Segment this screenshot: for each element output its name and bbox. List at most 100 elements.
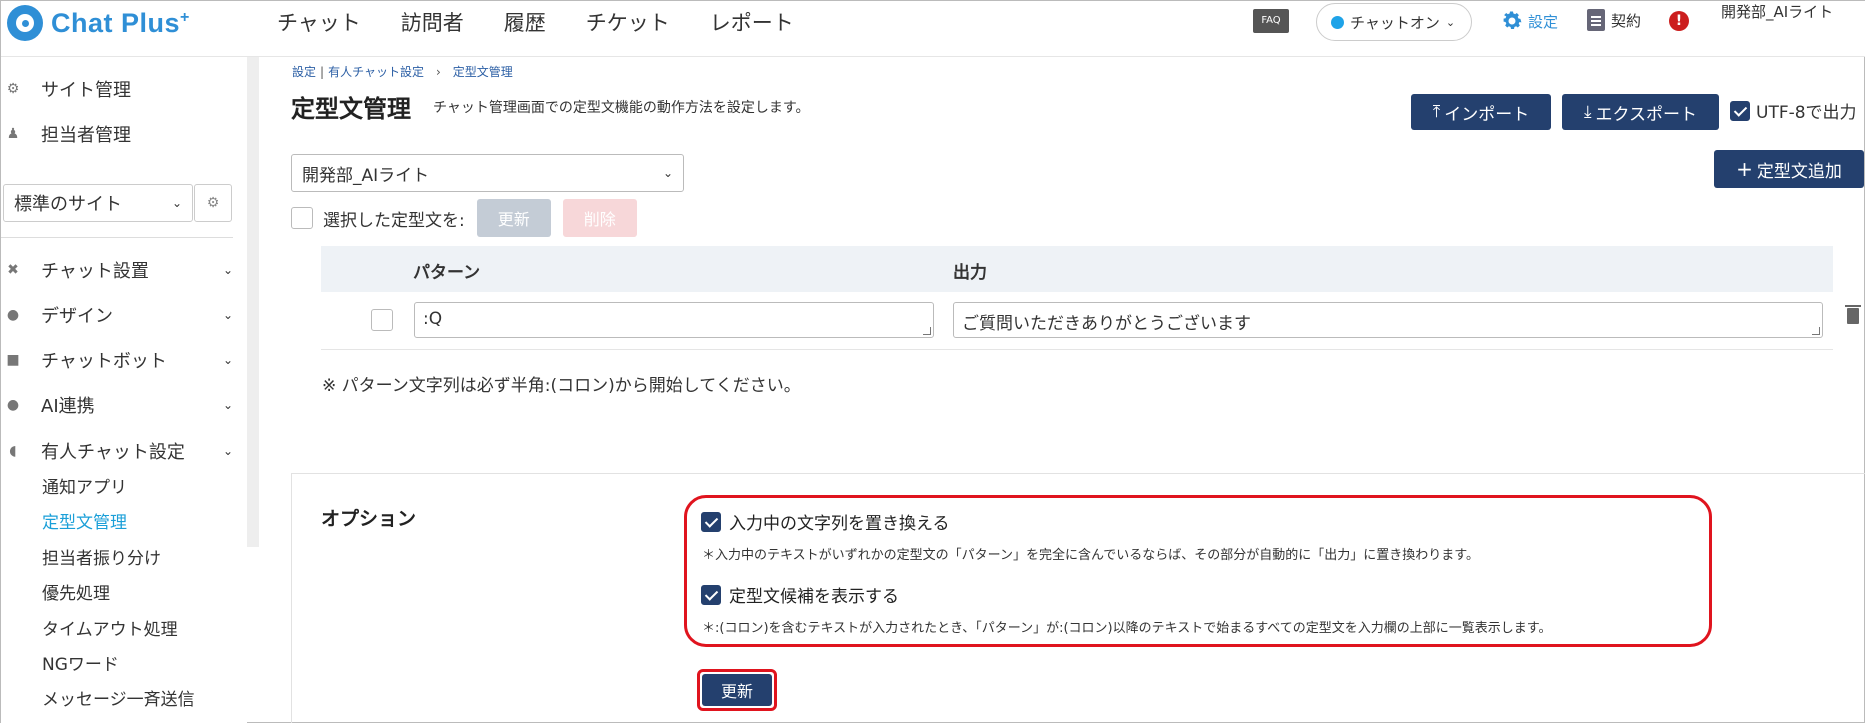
breadcrumb: 設定 | 有人チャット設定 › 定型文管理 xyxy=(292,63,513,80)
breadcrumb-settings[interactable]: 設定 xyxy=(292,65,316,79)
alert-icon[interactable]: ! xyxy=(1669,11,1689,31)
gear-icon: ⚙ xyxy=(206,195,220,211)
sidebar-item-live-chat-settings[interactable]: ◖ 有人チャット設定 ⌄ xyxy=(1,438,241,464)
nav-chat[interactable]: チャット xyxy=(277,7,361,37)
option-replace-description: ＊入力中のテキストがいずれかの定型文の「パターン」を完全に含んでいるならば、その… xyxy=(702,548,1480,563)
main-nav: チャット 訪問者 履歴 チケット レポート xyxy=(277,7,834,37)
nav-history[interactable]: 履歴 xyxy=(504,7,546,37)
chat-status-label: チャットオン xyxy=(1350,13,1440,32)
sidebar-item-design[interactable]: ● デザイン ⌄ xyxy=(1,302,241,328)
bulb-icon: ● xyxy=(6,397,20,413)
tools-icon: ✖ xyxy=(7,262,19,278)
bulk-action-row: 選択した定型文を: 更新 削除 xyxy=(291,199,637,237)
contract-label: 契約 xyxy=(1611,11,1642,30)
document-icon xyxy=(1587,9,1605,31)
sidebar-item-label: 担当者管理 xyxy=(41,125,131,146)
site-settings-button[interactable]: ⚙ xyxy=(194,184,232,222)
users-icon: ♟ xyxy=(6,126,20,142)
nav-reports[interactable]: レポート xyxy=(710,7,794,37)
contract-link[interactable]: 契約 xyxy=(1587,9,1641,31)
sidebar-sub-canned-messages[interactable]: 定型文管理 xyxy=(42,508,127,533)
option-suggest-description: ＊:(コロン)を含むテキストが入力されたとき、「パターン」が:(コロン)以降のテ… xyxy=(702,621,1552,636)
import-button[interactable]: ⤒ インポート xyxy=(1411,94,1551,130)
export-button[interactable]: ⤓ エクスポート xyxy=(1562,94,1719,130)
import-label: インポート xyxy=(1444,104,1530,125)
sidebar-sub-broadcast[interactable]: メッセージ一斉送信 xyxy=(42,685,195,710)
chevron-down-icon: ⌄ xyxy=(662,166,673,180)
row-checkbox[interactable] xyxy=(371,309,393,331)
sidebar-item-site-management[interactable]: ⚙ サイト管理 xyxy=(1,76,241,102)
utf8-checkbox[interactable] xyxy=(1730,100,1750,121)
export-label: エクスポート xyxy=(1595,104,1698,125)
option-replace-checkbox[interactable] xyxy=(701,511,721,532)
sidebar-sub-timeout[interactable]: タイムアウト処理 xyxy=(42,615,178,640)
plus-icon: + xyxy=(1736,157,1753,181)
user-menu[interactable]: 開発部_AIライト xyxy=(1721,1,1861,23)
page-title: 定型文管理 xyxy=(291,95,411,123)
sidebar-item-chatbot[interactable]: ■ チャットボット ⌄ xyxy=(1,347,241,373)
faq-icon[interactable]: FAQ xyxy=(1253,9,1289,33)
sidebar-item-staff-management[interactable]: ♟ 担当者管理 xyxy=(1,121,241,147)
site-select[interactable]: 標準のサイト ⌄ xyxy=(3,184,193,222)
option-suggest-row[interactable]: 定型文候補を表示する xyxy=(701,582,899,607)
logo-text: Chat Plus+ xyxy=(51,7,190,38)
sidebar-item-label: AI連携 xyxy=(41,396,95,417)
sidebar-item-ai[interactable]: ● AI連携 ⌄ xyxy=(1,392,241,418)
sidebar-item-label: 有人チャット設定 xyxy=(41,442,185,463)
breadcrumb-separator: › xyxy=(435,65,441,79)
sidebar-item-label: デザイン xyxy=(41,306,113,327)
sidebar-item-chat-install[interactable]: ✖ チャット設置 ⌄ xyxy=(1,257,241,283)
chevron-down-icon: ⌄ xyxy=(222,444,233,458)
table-row-divider xyxy=(321,349,1833,350)
sidebar-divider xyxy=(1,237,233,238)
add-canned-message-button[interactable]: + 定型文追加 xyxy=(1714,150,1864,188)
bulk-update-button[interactable]: 更新 xyxy=(476,199,551,237)
update-button[interactable]: 更新 xyxy=(702,674,772,706)
settings-link[interactable]: 設定 xyxy=(1500,9,1558,33)
utf8-label: UTF-8で出力 xyxy=(1756,103,1857,123)
update-button-highlight: 更新 xyxy=(697,669,777,711)
option-replace-label: 入力中の文字列を置き換える xyxy=(729,514,950,534)
chevron-down-icon: ⌄ xyxy=(222,308,233,322)
sidebar-scrollbar[interactable] xyxy=(247,57,259,547)
department-select-value: 開発部_AIライト xyxy=(302,165,430,186)
page-description: チャット管理画面での定型文機能の動作方法を設定します。 xyxy=(433,100,810,116)
nav-tickets[interactable]: チケット xyxy=(586,7,670,37)
option-replace-row[interactable]: 入力中の文字列を置き換える xyxy=(701,509,950,534)
chat-status-toggle[interactable]: チャットオン ⌄ xyxy=(1316,3,1472,41)
chevron-down-icon: ⌄ xyxy=(222,353,233,367)
table-header: パターン 出力 xyxy=(321,246,1833,292)
gear-icon: ⚙ xyxy=(6,81,20,97)
sidebar-sub-ng-words[interactable]: NGワード xyxy=(42,650,119,675)
nav-visitors[interactable]: 訪問者 xyxy=(401,7,464,37)
utf8-checkbox-row[interactable]: UTF-8で出力 xyxy=(1730,98,1857,123)
option-suggest-checkbox[interactable] xyxy=(701,584,721,605)
sidebar-item-label: サイト管理 xyxy=(41,80,131,101)
pattern-input[interactable]: :Q xyxy=(414,302,934,338)
bulk-delete-button[interactable]: 削除 xyxy=(562,199,637,237)
sidebar-sub-priority[interactable]: 優先処理 xyxy=(42,579,110,604)
chat-icon: ■ xyxy=(6,352,20,368)
headset-icon: ◖ xyxy=(9,443,17,459)
column-header-pattern: パターン xyxy=(413,263,481,283)
status-dot-icon xyxy=(1331,15,1344,29)
logo[interactable]: Chat Plus+ xyxy=(7,5,190,41)
upload-icon: ⤒ xyxy=(1432,102,1441,122)
breadcrumb-live-chat[interactable]: 有人チャット設定 xyxy=(328,65,424,79)
sidebar-sub-staff-assignment[interactable]: 担当者振り分け xyxy=(42,544,161,569)
chevron-down-icon: ⌄ xyxy=(222,263,233,277)
options-title: オプション xyxy=(321,508,417,530)
breadcrumb-separator: | xyxy=(320,65,325,79)
site-select-value: 標準のサイト xyxy=(14,194,122,215)
department-select[interactable]: 開発部_AIライト ⌄ xyxy=(291,154,684,192)
chevron-down-icon: ⌄ xyxy=(1445,15,1456,29)
trash-icon[interactable] xyxy=(1845,305,1861,324)
chevron-down-icon: ⌄ xyxy=(222,398,233,412)
pattern-note: ※ パターン文字列は必ず半角:(コロン)から開始してください。 xyxy=(322,376,801,396)
select-all-checkbox[interactable] xyxy=(291,207,313,229)
gear-icon xyxy=(1503,11,1522,29)
sidebar-sub-notification-app[interactable]: 通知アプリ xyxy=(42,473,127,498)
output-input[interactable]: ご質問いただきありがとうございます xyxy=(953,302,1823,338)
breadcrumb-current: 定型文管理 xyxy=(452,65,513,79)
logo-icon xyxy=(7,5,43,41)
